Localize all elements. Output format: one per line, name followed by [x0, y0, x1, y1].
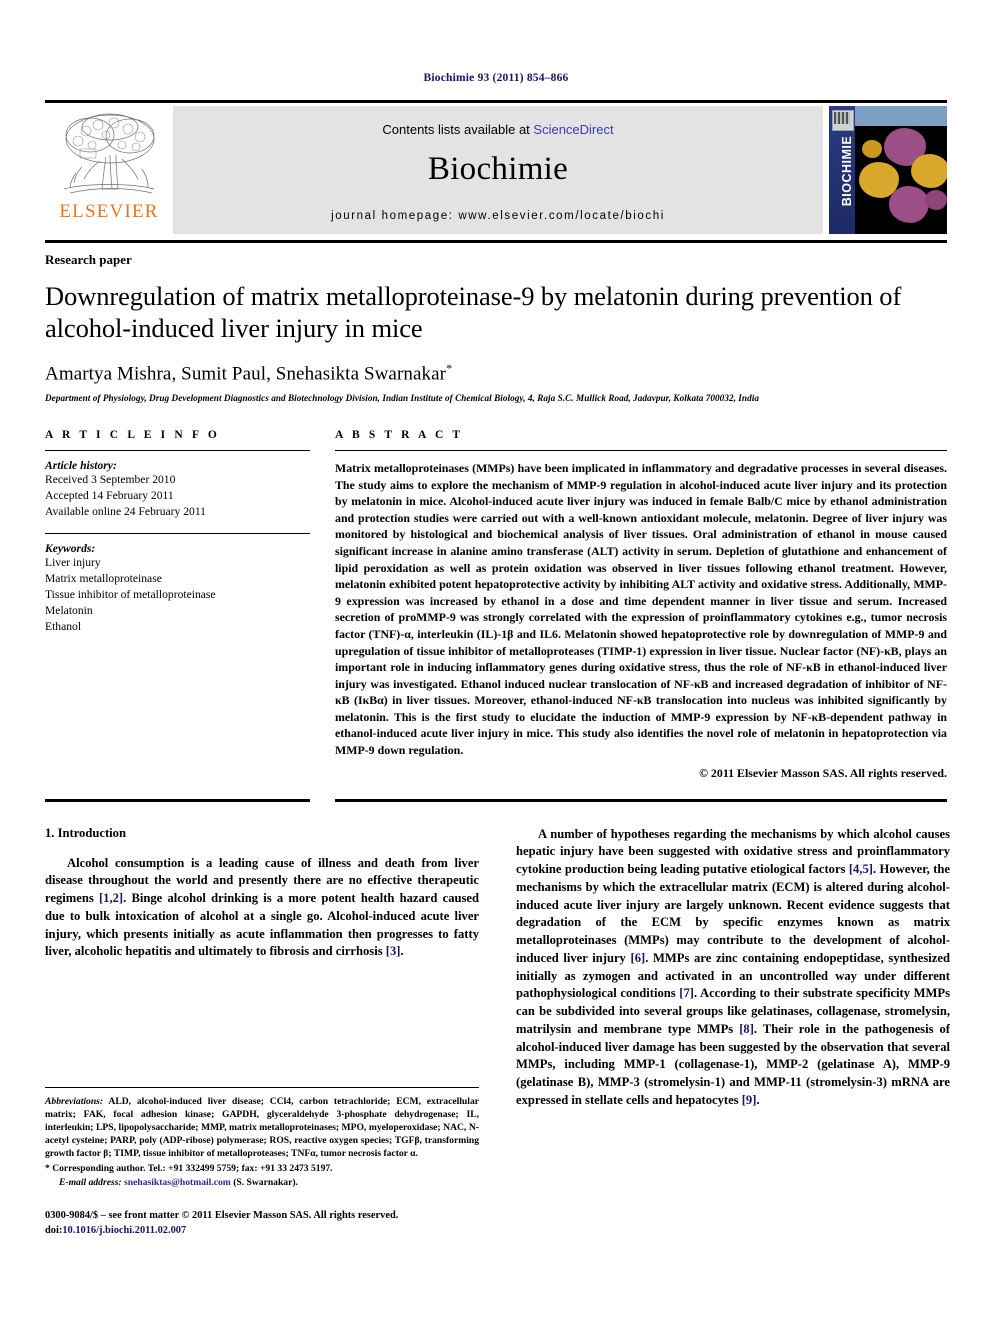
elsevier-tree-icon	[63, 113, 155, 194]
email-suffix: (S. Swarnakar).	[230, 1176, 298, 1188]
article-doctype: Research paper	[45, 252, 132, 267]
intro-paragraph-right: A number of hypotheses regarding the mec…	[516, 826, 950, 1110]
intro-text-3: .	[400, 944, 404, 959]
abbreviations-text: ALD, alcohol-induced liver disease; CCl4…	[45, 1096, 479, 1160]
affiliation: Department of Physiology, Drug Developme…	[45, 392, 759, 403]
page-title: Downregulation of matrix metalloproteina…	[45, 281, 902, 344]
citation-link[interactable]: [8]	[739, 1022, 754, 1036]
running-head: Biochimie 93 (2011) 854–866	[423, 72, 569, 84]
author-names: Amartya Mishra, Sumit Paul, Snehasikta S…	[45, 362, 447, 384]
email-link[interactable]: snehasiktas@hotmail.com	[124, 1177, 231, 1188]
citation-link[interactable]: [4,5]	[849, 862, 873, 876]
journal-banner: Contents lists available at ScienceDirec…	[173, 106, 823, 234]
journal-cover-thumbnail: BIOCHIMIE	[829, 106, 947, 234]
banner-cell: Contents lists available at ScienceDirec…	[173, 100, 823, 237]
keywords-block: Keywords: Liver injury Matrix metallopro…	[45, 542, 310, 635]
info-abstract-row: A R T I C L E I N F O Article history: R…	[45, 429, 947, 781]
cover-topbar	[855, 106, 947, 126]
keywords-divider	[45, 532, 310, 534]
imprint-block: 0300-9084/$ – see front matter © 2011 El…	[45, 1209, 479, 1239]
body-two-columns: 1. Introduction Alcohol consumption is a…	[45, 826, 950, 1239]
imprint-line: 0300-9084/$ – see front matter © 2011 El…	[45, 1210, 399, 1222]
citation-link[interactable]: [9]	[742, 1093, 757, 1107]
history-received: Received 3 September 2010	[45, 472, 176, 486]
doi-label: doi:	[45, 1225, 63, 1237]
elsevier-logo: ELSEVIER	[45, 100, 173, 237]
doi-line: doi:10.1016/j.biochi.2011.02.007	[45, 1224, 479, 1239]
author-list: Amartya Mishra, Sumit Paul, Snehasikta S…	[45, 361, 947, 385]
history-accepted: Accepted 14 February 2011	[45, 488, 174, 502]
protein-subunit-icon	[862, 140, 882, 158]
article-history-label: Article history:	[45, 458, 117, 472]
bottom-rule-right	[330, 798, 947, 802]
keywords-label: Keywords:	[45, 541, 96, 555]
cover-spine-title: BIOCHIMIE	[840, 135, 854, 207]
cover-cell: BIOCHIMIE	[823, 100, 947, 237]
article-info-column: A R T I C L E I N F O Article history: R…	[45, 429, 330, 781]
intro-paragraph-left: Alcohol consumption is a leading cause o…	[45, 855, 479, 962]
footnotes-block: Abbreviations: ALD, alcohol-induced live…	[45, 1087, 479, 1239]
keyword-item: Liver injury	[45, 555, 101, 569]
masthead-bottom-rule	[45, 240, 947, 243]
protein-subunit-icon	[889, 186, 929, 223]
journal-homepage[interactable]: journal homepage: www.elsevier.com/locat…	[331, 210, 665, 222]
citation-link[interactable]: [1,2]	[99, 891, 123, 905]
contents-line: Contents lists available at ScienceDirec…	[382, 122, 613, 137]
abstract-column: A B S T R A C T Matrix metalloproteinase…	[330, 429, 947, 781]
protein-subunit-icon	[911, 154, 947, 188]
sciencedirect-link[interactable]: ScienceDirect	[533, 122, 613, 137]
bottom-rule-left	[45, 798, 330, 802]
corresponding-author-marker: *	[446, 360, 453, 375]
body-column-left: 1. Introduction Alcohol consumption is a…	[45, 826, 479, 1239]
email-label: E-mail address:	[59, 1176, 122, 1188]
journal-title: Biochimie	[427, 151, 569, 187]
article-info-heading: A R T I C L E I N F O	[45, 428, 220, 441]
abstract-divider	[335, 449, 947, 451]
section-heading-introduction: 1. Introduction	[45, 825, 126, 840]
abbreviations-footnote: Abbreviations: ALD, alcohol-induced live…	[45, 1095, 479, 1160]
paper-page: Biochimie 93 (2011) 854–866 ELSEVIER Con…	[0, 0, 992, 1323]
citation-link[interactable]: [6]	[631, 951, 646, 965]
keyword-item: Melatonin	[45, 603, 93, 617]
abstract-heading: A B S T R A C T	[335, 428, 464, 441]
email-footnote: E-mail address: snehasiktas@hotmail.com …	[45, 1176, 479, 1189]
protein-subunit-icon	[925, 190, 947, 210]
abstract-text: Matrix metalloproteinases (MMPs) have be…	[335, 460, 947, 758]
keyword-item: Matrix metalloproteinase	[45, 571, 162, 585]
abstract-copyright: © 2011 Elsevier Masson SAS. All rights r…	[699, 765, 947, 780]
section-bottom-rules	[45, 798, 947, 802]
doi-link[interactable]: 10.1016/j.biochi.2011.02.007	[62, 1225, 186, 1236]
body-column-right: A number of hypotheses regarding the mec…	[516, 826, 950, 1239]
contents-prefix: Contents lists available at	[382, 122, 534, 137]
citation-link[interactable]: [3]	[386, 944, 401, 958]
keyword-item: Ethanol	[45, 619, 82, 633]
abbreviations-label: Abbreviations:	[45, 1096, 104, 1108]
history-available: Available online 24 February 2011	[45, 504, 206, 518]
elsevier-wordmark: ELSEVIER	[59, 201, 159, 222]
citation-link[interactable]: [7]	[679, 986, 694, 1000]
intro-right-text-6: .	[756, 1092, 760, 1107]
keyword-item: Tissue inhibitor of metalloproteinase	[45, 587, 216, 601]
corresponding-author-footnote: * Corresponding author. Tel.: +91 332499…	[45, 1163, 333, 1175]
intro-right-text-2: . However, the mechanisms by which the e…	[516, 862, 950, 965]
info-divider	[45, 449, 310, 451]
journal-masthead: ELSEVIER Contents lists available at Sci…	[45, 100, 947, 237]
